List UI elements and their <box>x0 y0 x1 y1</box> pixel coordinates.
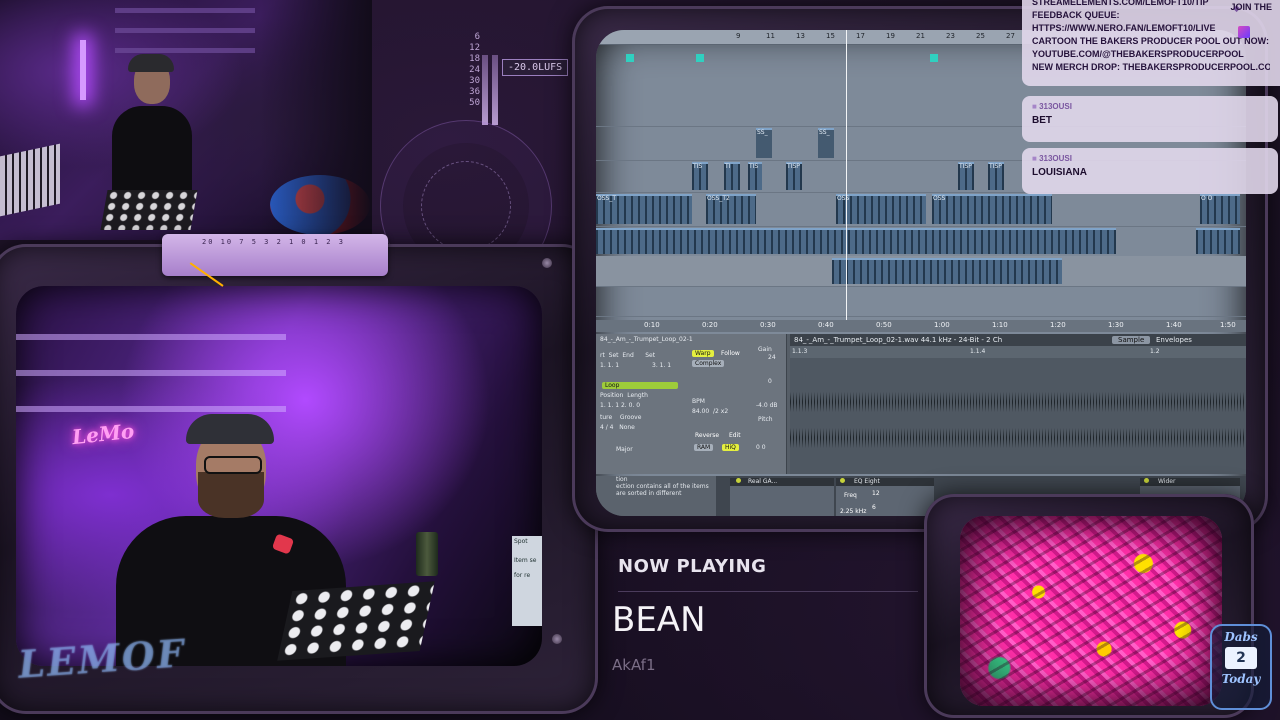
divider <box>618 591 918 592</box>
loudness-bar-right <box>492 55 498 125</box>
pitch-field[interactable]: 0 0 <box>756 444 766 451</box>
audio-clip[interactable]: O O <box>1200 194 1240 224</box>
scale-tick: 30 <box>469 76 480 86</box>
dabs-today-counter: Dabs 2 Today <box>1210 624 1272 710</box>
waveform-right <box>790 428 1246 448</box>
sample-header: 84_-_Am_-_Trumpet_Loop_02-1.wav 44.1 kHz… <box>790 334 1246 346</box>
dabs-label: Dabs <box>1224 630 1258 644</box>
merch-bag-icon <box>1238 26 1250 38</box>
audio-clip[interactable]: TIS <box>748 162 762 190</box>
hiq-toggle[interactable]: HiQ <box>722 444 739 451</box>
audio-clip[interactable]: TIS <box>692 162 708 190</box>
dabs-count: 2 <box>1225 647 1257 669</box>
track-lane[interactable] <box>596 286 1246 317</box>
vu-meter-plate: 20 10 7 5 3 2 1 0 1 2 3 <box>162 234 388 287</box>
audio-clip[interactable]: TI <box>724 162 740 190</box>
visualizer-screen <box>960 516 1222 706</box>
clip-start-field[interactable]: 1. 1. 1 <box>600 362 619 369</box>
audio-clip[interactable]: TISP <box>958 162 974 190</box>
loudness-bar-left <box>482 55 488 125</box>
waveform-display[interactable]: 1.1.3 1.1.4 1.2 <box>790 346 1246 474</box>
track-lane[interactable] <box>596 256 1246 287</box>
gain-field[interactable]: -4.0 dB <box>756 402 778 409</box>
chat-text: LOUISIANA <box>1032 167 1087 178</box>
chat-text: BET <box>1032 115 1052 126</box>
locator-marker[interactable] <box>696 54 704 62</box>
sample-file-info: 84_-_Am_-_Trumpet_Loop_02-1.wav 44.1 kHz… <box>794 336 1003 344</box>
webcam-overhead <box>0 0 372 240</box>
tab-envelopes[interactable]: Envelopes <box>1156 336 1192 344</box>
drum-pad-controller <box>277 581 435 661</box>
loop-fields[interactable]: 1. 1. 1 2. 0. 0 <box>600 402 640 409</box>
scale-tick: 6 <box>474 32 480 42</box>
time-signature-field[interactable]: 4 / 4 <box>600 424 613 431</box>
info-view: tion ection contains all of the items ar… <box>596 476 716 516</box>
warp-mode-select[interactable]: Complex <box>692 360 725 367</box>
chat-line: CARTOON THE BAKERS PRODUCER POOL OUT NOW… <box>1032 36 1270 46</box>
chat-pinned-info: STREAMELEMENTS.COM/LEMOFT10/TIP FEEDBACK… <box>1022 0 1280 86</box>
scale-select[interactable]: Major <box>616 446 633 453</box>
playhead[interactable] <box>846 30 847 320</box>
today-label: Today <box>1221 672 1261 686</box>
chat-username: 313OUSI <box>1032 102 1268 111</box>
vu-scale: 20 10 7 5 3 2 1 0 1 2 3 <box>202 238 345 246</box>
double-tempo-button[interactable]: x2 <box>721 408 728 415</box>
audio-clip[interactable] <box>1196 228 1240 254</box>
monitor-edge: Spot Item se for re <box>512 536 542 626</box>
audio-clip[interactable]: TISP <box>786 162 802 190</box>
chat-link[interactable]: HTTPS://WWW.NERO.FAN/LEMOFT10/LIVE <box>1032 22 1270 35</box>
bpm-field[interactable]: 84.00 <box>692 408 709 415</box>
clip-properties: 84_-_Am_-_Trumpet_Loop_02-1 rt Set End S… <box>596 334 787 474</box>
scale-tick: 36 <box>469 87 480 97</box>
chat-link[interactable]: NEW MERCH DROP: THEBAKERSPRODUCERPOOL.CO… <box>1032 61 1270 74</box>
audio-clip[interactable]: SS_ <box>818 128 834 158</box>
device-real-ga[interactable]: Real GA... <box>730 478 834 516</box>
clip-name[interactable]: 84_-_Am_-_Trumpet_Loop_02-1 <box>600 336 693 343</box>
audio-clip[interactable]: OSS <box>836 194 926 224</box>
reverse-button[interactable]: Reverse <box>692 432 722 439</box>
scale-tick: 24 <box>469 65 480 75</box>
scale-tick: 18 <box>469 54 480 64</box>
track-lane[interactable]: OSS_T OSS_T2 OSS OSS O O <box>596 192 1246 227</box>
audio-clip[interactable] <box>596 228 1116 254</box>
chat-message: 313OUSI BET <box>1022 96 1278 142</box>
now-playing-panel: NOW PLAYING BEAN AkAf1 <box>600 536 930 720</box>
warp-toggle[interactable]: Warp <box>692 350 714 357</box>
scale-tick: 50 <box>469 98 480 108</box>
clip-view: 84_-_Am_-_Trumpet_Loop_02-1 rt Set End S… <box>596 334 1246 474</box>
halve-tempo-button[interactable]: /2 <box>713 408 719 415</box>
scale-tick: 12 <box>469 43 480 53</box>
track-lane[interactable] <box>596 226 1246 257</box>
loop-toggle[interactable]: Loop <box>602 382 678 389</box>
device-eq-eight[interactable]: EQ Eight Freq 2.25 kHz 12 6 <box>836 478 934 516</box>
audio-clip[interactable]: SS_ <box>756 128 772 158</box>
waveform-left <box>790 392 1246 412</box>
follow-toggle[interactable]: Follow <box>718 350 743 357</box>
audio-clip[interactable]: TISP <box>988 162 1004 190</box>
loudness-scale: 6 12 18 24 30 36 50 <box>450 32 480 109</box>
lufs-readout: -20.0LUFS <box>502 59 569 76</box>
now-playing-label: NOW PLAYING <box>618 556 767 577</box>
webcam-main: LeMo Spot Item se for re <box>16 286 542 666</box>
crt-frame-visualizer <box>924 494 1254 718</box>
chat-link[interactable]: YOUTUBE.COM/@THEBAKERSPRODUCERPOOL <box>1032 48 1270 61</box>
audio-clip[interactable]: OSS_T <box>596 194 692 224</box>
groove-select[interactable]: None <box>619 424 635 431</box>
energy-drink-can <box>416 532 438 576</box>
chat-username: 313OUSI <box>1032 154 1268 163</box>
audio-clip[interactable] <box>832 258 1062 284</box>
track-title: BEAN <box>612 600 706 640</box>
chat-message: 313OUSI LOUISIANA <box>1022 148 1278 194</box>
locator-marker[interactable] <box>626 54 634 62</box>
audio-clip[interactable]: OSS_T2 <box>706 194 756 224</box>
time-ruler[interactable]: 0:10 0:20 0:30 0:40 0:50 1:00 1:10 1:20 … <box>596 320 1246 332</box>
locator-marker[interactable] <box>930 54 938 62</box>
audio-clip[interactable]: OSS <box>932 194 1052 224</box>
ram-toggle[interactable]: RAM <box>694 444 714 451</box>
join-label: JOIN THE <box>1230 2 1272 12</box>
track-artist: AkAf1 <box>612 656 656 674</box>
clip-end-field[interactable]: 3. 1. 1 <box>652 362 671 369</box>
tab-sample[interactable]: Sample <box>1112 336 1151 344</box>
edit-button[interactable]: Edit <box>726 432 744 439</box>
